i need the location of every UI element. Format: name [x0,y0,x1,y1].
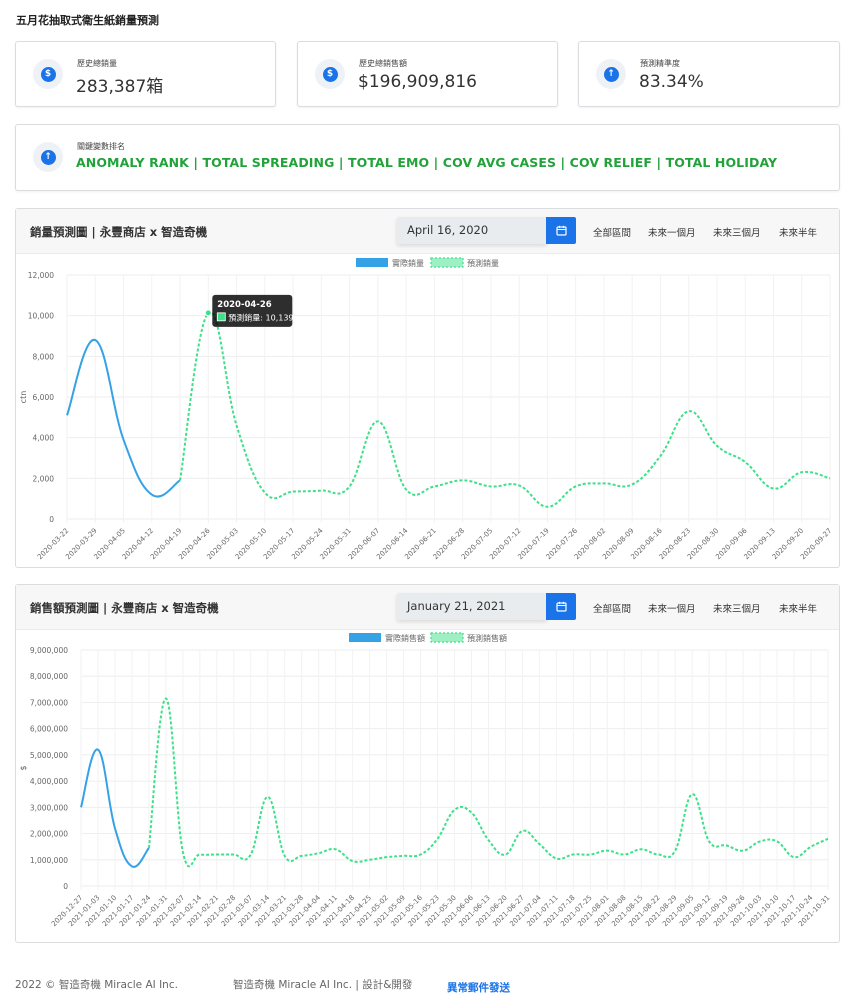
stat-label: 歷史總銷售額 [359,59,407,68]
tooltip-swatch [216,312,226,322]
tooltip-date: 2020-04-26 [217,300,271,310]
stat-value: 83.34% [639,72,704,92]
legend-swatch [356,258,388,267]
range-all-button[interactable]: 全部區間 [593,601,631,615]
chart-title: 銷售額預測圖 | 永豐商店 x 智造奇機 [30,601,219,615]
y-axis-label: $ [19,765,28,770]
chart-legend: 實際銷售額 預測銷售額 [349,632,507,643]
y-tick-label: 5,000,000 [30,751,68,760]
range-6m-button[interactable]: 未來半年 [779,601,817,615]
arrow-up-icon: ↑ [596,59,626,89]
legend-swatch [430,257,464,268]
y-tick-label: 0 [63,882,68,891]
legend-label: 實際銷量 [392,258,424,268]
chart-header: 銷量預測圖 | 永豐商店 x 智造奇機 April 16, 2020 全部區間 … [16,209,839,254]
date-input[interactable]: January 21, 2021 [397,593,547,620]
range-6m-button[interactable]: 未來半年 [779,225,817,239]
chart-legend: 實際銷量 預測銷量 [356,257,499,268]
calendar-button[interactable] [546,217,576,244]
y-tick-label: 4,000,000 [30,777,68,786]
stat-label: 歷史總銷量 [77,59,117,68]
y-tick-label: 6,000 [33,393,55,402]
legend-label: 實際銷售額 [385,633,425,643]
calendar-icon [555,225,567,236]
footer-copyright: 2022 © 智造奇機 Miracle AI Inc. [15,979,178,991]
stat-value: 283,387箱 [76,77,164,97]
rank-card: ↑ 關鍵變數排名 ANOMALY RANK | TOTAL SPREADING … [15,124,840,191]
volume-chart[interactable]: 實際銷量 預測銷量 0 2,000 4,000 6,000 8,000 10,000 12,00… [16,253,839,565]
stat-label: 預測精準度 [640,59,680,68]
footer-credit: 智造奇機 Miracle AI Inc. | 設計&開發 [233,979,413,991]
legend-swatch [430,632,464,643]
chart-header: 銷售額預測圖 | 永豐商店 x 智造奇機 January 21, 2021 全部… [16,585,839,630]
volume-chart-card: 銷量預測圖 | 永豐商店 x 智造奇機 April 16, 2020 全部區間 … [15,208,840,568]
page-title: 五月花抽取式衛生紙銷量預測 [16,14,159,27]
stat-card-accuracy: ↑ 預測精準度 83.34% [578,41,840,107]
y-tick-label: 3,000,000 [30,803,68,812]
y-tick-label: 2,000,000 [30,830,68,839]
chart-title: 銷量預測圖 | 永豐商店 x 智造奇機 [30,225,208,239]
y-tick-label: 8,000,000 [30,672,68,681]
rank-label: 關鍵變數排名 [77,142,125,151]
rank-value: ANOMALY RANK | TOTAL SPREADING | TOTAL E… [76,155,778,170]
dollar-icon: $ [33,59,63,89]
arrow-up-icon: ↑ [33,142,63,172]
y-tick-label: 10,000 [28,312,54,321]
stat-card-total-volume: $ 歷史總銷量 283,387箱 [15,41,276,107]
date-input[interactable]: April 16, 2020 [397,217,547,244]
stat-value: $196,909,816 [358,72,477,92]
revenue-chart-card: 銷售額預測圖 | 永豐商店 x 智造奇機 January 21, 2021 全部… [15,584,840,943]
y-tick-label: 6,000,000 [30,725,68,734]
revenue-chart[interactable]: 實際銷售額 預測銷售額 0 1,000,000 2,000,000 3,000,000 4,… [16,629,839,940]
range-3m-button[interactable]: 未來三個月 [713,225,761,239]
range-1m-button[interactable]: 未來一個月 [648,225,696,239]
send-anomaly-mail-link[interactable]: 異常郵件發送 [447,980,510,995]
y-tick-label: 12,000 [28,271,54,280]
dollar-icon: $ [315,59,345,89]
legend-label: 預測銷量 [467,258,499,268]
calendar-icon [555,601,567,612]
y-tick-label: 0 [49,515,54,524]
legend-label: 預測銷售額 [467,633,507,643]
y-tick-label: 7,000,000 [30,698,68,707]
y-tick-label: 4,000 [33,434,55,443]
legend-swatch [349,633,381,642]
y-tick-label: 9,000,000 [30,646,68,655]
calendar-button[interactable] [546,593,576,620]
range-all-button[interactable]: 全部區間 [593,225,631,239]
range-1m-button[interactable]: 未來一個月 [648,601,696,615]
tooltip-value: 預測銷量: 10,139 [228,312,293,322]
stat-card-total-revenue: $ 歷史總銷售額 $196,909,816 [297,41,558,107]
y-tick-label: 8,000 [33,352,55,361]
tooltip: 2020-04-26 預測銷量: 10,139 [212,294,294,327]
tooltip-point [204,309,212,317]
range-3m-button[interactable]: 未來三個月 [713,601,761,615]
predicted-series-line [179,311,831,508]
y-tick-label: 2,000 [33,474,55,483]
y-axis-label: ctn [19,391,28,404]
y-tick-label: 1,000,000 [30,856,68,865]
